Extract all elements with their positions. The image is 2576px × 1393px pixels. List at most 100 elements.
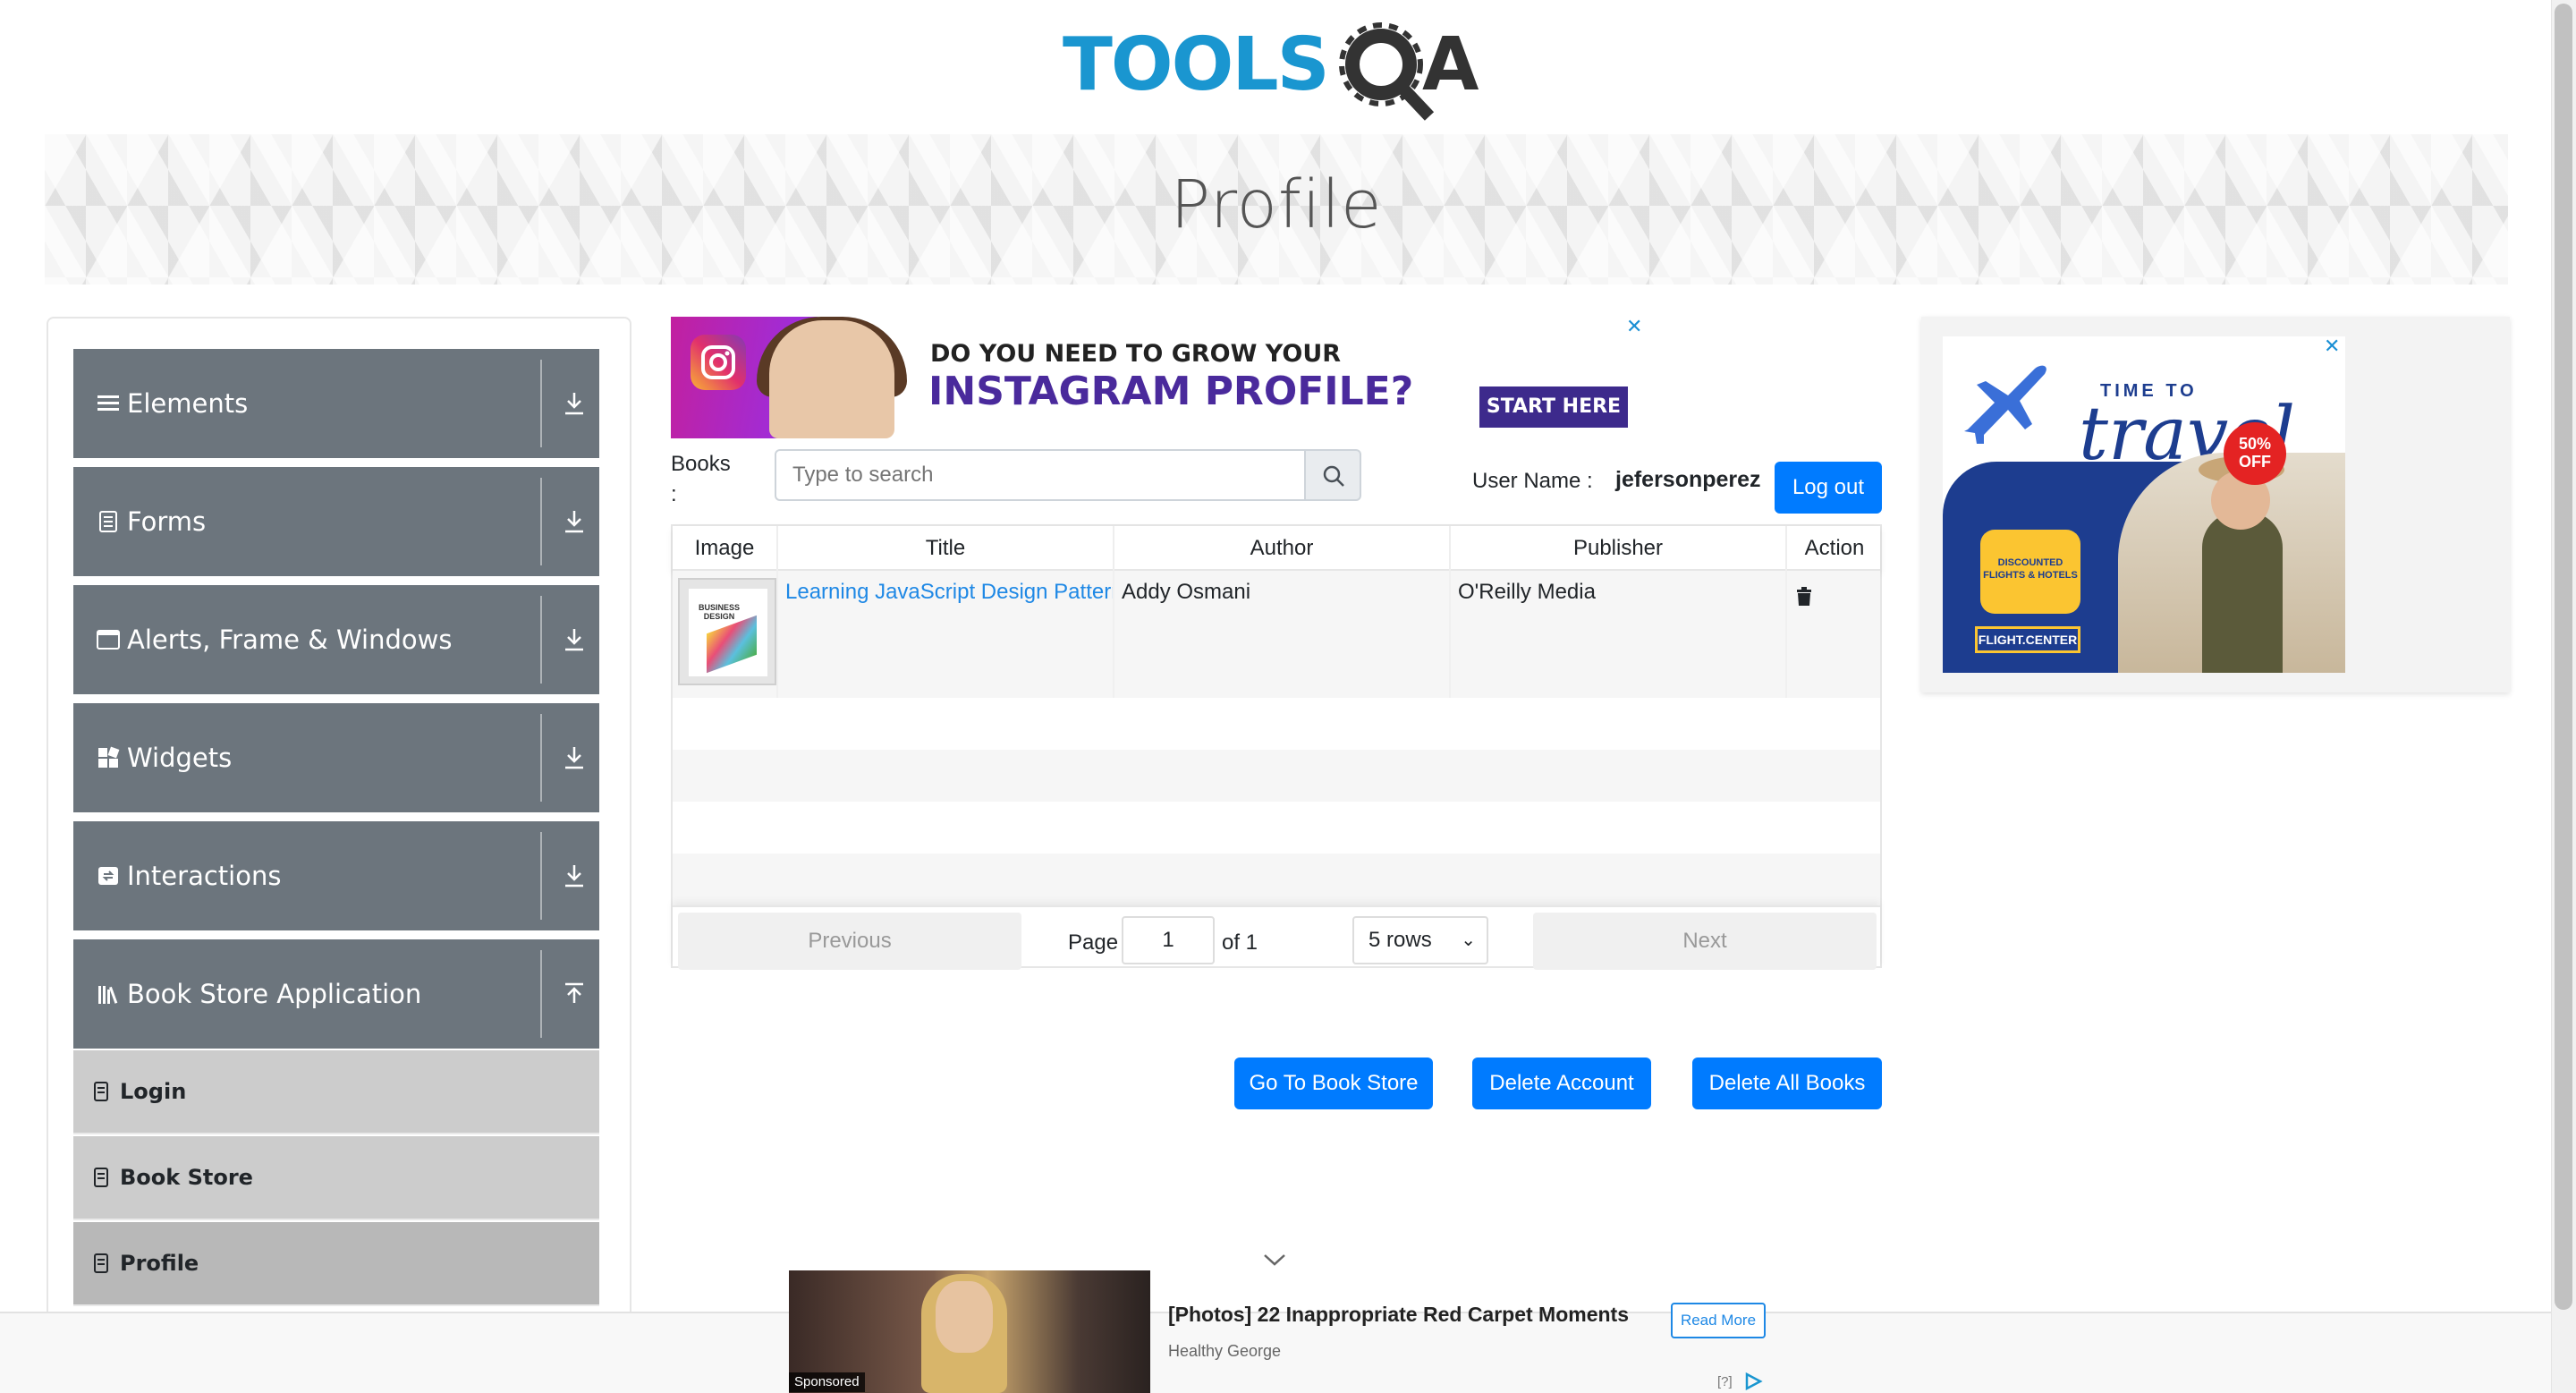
book-cover-image: BUSINESS DESIGN <box>678 578 776 685</box>
delete-trash-icon[interactable] <box>1796 587 1812 607</box>
sidebar-item-profile[interactable]: Profile <box>73 1222 599 1306</box>
ad-person-body <box>2202 512 2283 673</box>
search-icon <box>1323 465 1344 487</box>
ad-close-icon[interactable]: ✕ <box>1626 315 1642 338</box>
logout-button[interactable]: Log out <box>1775 462 1882 514</box>
previous-button[interactable]: Previous <box>678 913 1021 970</box>
table-row-empty <box>673 802 1880 854</box>
column-header-author[interactable]: Author <box>1114 526 1451 571</box>
rows-per-page-value: 5 rows <box>1368 928 1432 952</box>
ad-model-image <box>769 320 894 438</box>
chevron-down-icon[interactable] <box>1261 1251 1288 1269</box>
sidebar-group-label: Elements <box>127 388 249 419</box>
ad-cta-button[interactable]: START HERE <box>1479 386 1628 428</box>
download-arrow-icon[interactable] <box>564 509 585 534</box>
book-author: Addy Osmani <box>1114 571 1451 698</box>
page-title: Profile <box>1170 166 1383 243</box>
ad-close-icon[interactable]: ✕ <box>2324 335 2340 358</box>
hamburger-icon <box>97 395 119 411</box>
column-header-action[interactable]: Action <box>1787 526 1882 571</box>
sidebar-group-label: Alerts, Frame & Windows <box>127 624 453 655</box>
upload-arrow-icon[interactable] <box>564 981 585 1007</box>
travel-ad-banner[interactable]: TIME TO travel 50% OFF DISCOUNTED FLIGHT… <box>1943 336 2345 673</box>
read-more-button[interactable]: Read More <box>1671 1303 1766 1338</box>
svg-text:TOOLS: TOOLS <box>1063 22 1328 107</box>
user-name-label: User Name : <box>1472 469 1593 493</box>
scrollbar-thumb[interactable] <box>2555 4 2572 1310</box>
sponsored-tag: Sponsored <box>789 1372 865 1392</box>
sidebar-group-label: Interactions <box>127 861 282 891</box>
divider <box>540 714 542 802</box>
delete-account-button[interactable]: Delete Account <box>1472 1057 1651 1109</box>
widgets-icon <box>98 746 120 768</box>
pagination: Previous Page 1 of 1 5 rows ⌄ Next <box>673 905 1880 970</box>
download-arrow-icon[interactable] <box>564 863 585 888</box>
sidebar-group-elements[interactable]: Elements <box>73 349 599 458</box>
sidebar-group-label: Widgets <box>127 743 233 773</box>
table-row: BUSINESS DESIGN Learning JavaScript Desi… <box>673 571 1880 698</box>
download-arrow-icon[interactable] <box>564 627 585 652</box>
delete-all-books-button[interactable]: Delete All Books <box>1692 1057 1882 1109</box>
column-header-image[interactable]: Image <box>673 526 778 571</box>
book-publisher: O'Reilly Media <box>1451 571 1787 698</box>
sponsored-ad-title[interactable]: [Photos] 22 Inappropriate Red Carpet Mom… <box>1168 1303 1629 1327</box>
column-header-publisher[interactable]: Publisher <box>1451 526 1787 571</box>
toolsqa-logo[interactable]: TOOLS A <box>1061 16 1497 122</box>
sidebar-item-label: Profile <box>120 1251 199 1276</box>
page-label: Page <box>1068 930 1119 955</box>
instagram-icon <box>691 335 746 390</box>
interactions-icon <box>98 867 118 885</box>
divider <box>540 596 542 684</box>
ad-headline-1: DO YOU NEED TO GROW YOUR <box>930 340 1342 368</box>
book-title-link[interactable]: Learning JavaScript Design Patterns <box>778 571 1114 698</box>
sidebar-group-alerts[interactable]: Alerts, Frame & Windows <box>73 585 599 694</box>
sidebar-item-label: Book Store <box>120 1165 253 1190</box>
page-total-label: of 1 <box>1222 930 1258 955</box>
document-icon <box>94 1168 108 1187</box>
rows-per-page-select[interactable]: 5 rows ⌄ <box>1352 916 1488 964</box>
download-arrow-icon[interactable] <box>564 391 585 416</box>
ad-brand-label: FLIGHT.CENTER <box>1975 626 2080 653</box>
library-icon <box>98 986 118 1004</box>
sidebar-item-label: Login <box>120 1079 187 1104</box>
document-icon <box>94 1253 108 1273</box>
book-image-cell: BUSINESS DESIGN <box>673 571 778 698</box>
adchoices-icon[interactable] <box>1744 1372 1764 1390</box>
page-header-banner: Profile <box>45 134 2508 285</box>
sidebar-item-login[interactable]: Login <box>73 1050 599 1134</box>
ad-choices-label[interactable]: [?] <box>1717 1374 1733 1389</box>
divider <box>540 478 542 565</box>
sidebar-group-widgets[interactable]: Widgets <box>73 703 599 812</box>
sponsored-ad-source: Healthy George <box>1168 1342 1282 1360</box>
discount-badge: 50% OFF <box>2224 422 2286 485</box>
instagram-ad-banner[interactable]: DO YOU NEED TO GROW YOUR INSTAGRAM PROFI… <box>671 317 1637 438</box>
sidebar-group-forms[interactable]: Forms <box>73 467 599 576</box>
divider <box>540 950 542 1038</box>
divider <box>540 360 542 447</box>
ad-headline-2: INSTAGRAM PROFILE? <box>928 369 1414 414</box>
go-to-book-store-button[interactable]: Go To Book Store <box>1234 1057 1433 1109</box>
divider <box>540 832 542 920</box>
form-icon <box>99 511 117 532</box>
search-button[interactable] <box>1306 449 1361 501</box>
search-input[interactable] <box>775 449 1306 501</box>
book-cover-text: BUSINESS DESIGN <box>698 603 740 621</box>
download-arrow-icon[interactable] <box>564 745 585 770</box>
page-number-input[interactable]: 1 <box>1122 916 1215 964</box>
sidebar-item-book-store[interactable]: Book Store <box>73 1136 599 1220</box>
table-header: Image Title Author Publisher Action <box>673 526 1880 571</box>
airplane-icon <box>1964 365 2046 444</box>
sidebar-group-interactions[interactable]: Interactions <box>73 821 599 930</box>
svg-text:A: A <box>1422 22 1479 107</box>
document-icon <box>94 1082 108 1101</box>
ad-bubble-text: DISCOUNTED FLIGHTS & HOTELS <box>1980 530 2080 614</box>
sponsored-ad-face <box>936 1281 993 1353</box>
window-icon <box>97 630 120 650</box>
sidebar-group-label: Book Store Application <box>127 979 422 1009</box>
next-button[interactable]: Next <box>1533 913 1877 970</box>
book-action-cell <box>1787 571 1882 698</box>
books-search-label: Books : <box>671 452 731 506</box>
sidebar-group-book-store[interactable]: Book Store Application <box>73 939 599 1049</box>
user-name-value: jefersonperez <box>1615 467 1761 492</box>
column-header-title[interactable]: Title <box>778 526 1114 571</box>
